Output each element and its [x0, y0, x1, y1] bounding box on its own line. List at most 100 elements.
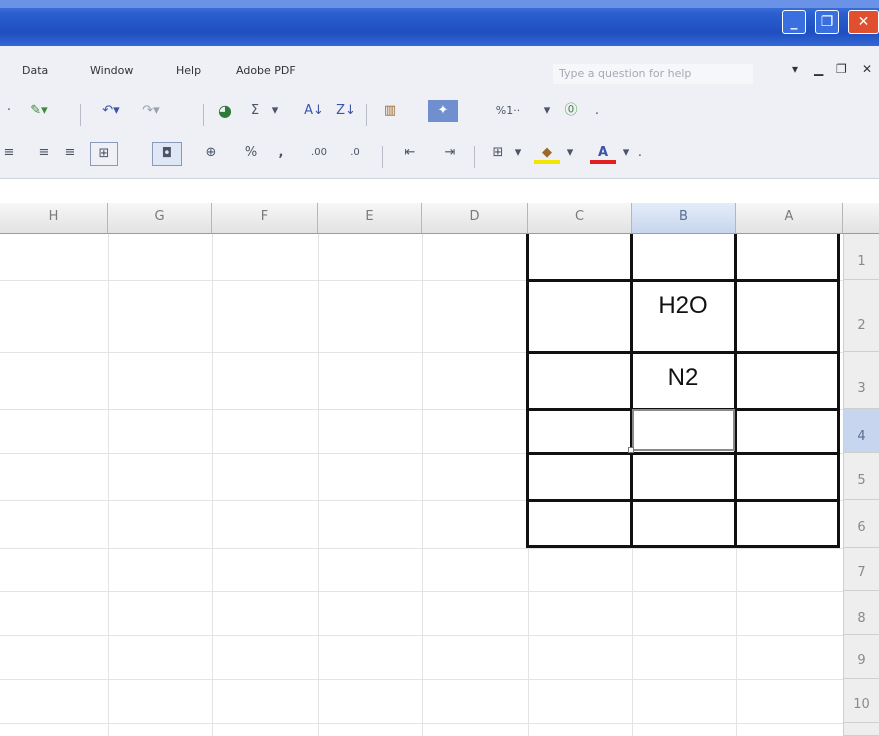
- gridline: [0, 723, 843, 724]
- decrease-decimal-icon[interactable]: .0: [340, 142, 370, 164]
- toolbar-separator: [474, 146, 475, 168]
- column-header-b[interactable]: B: [632, 203, 736, 234]
- toolbar-edge-icon[interactable]: ·: [0, 100, 18, 122]
- gridline: [212, 234, 213, 736]
- doc-close-icon[interactable]: ✕: [862, 62, 872, 76]
- font-color-icon[interactable]: A: [590, 142, 616, 164]
- column-header-d[interactable]: D: [422, 203, 528, 234]
- toolbar-separator: [80, 104, 81, 126]
- help-dropdown-icon[interactable]: ▾: [792, 62, 798, 76]
- table-border: [734, 234, 737, 548]
- comma-style-icon[interactable]: ,: [270, 142, 292, 164]
- row-header-8[interactable]: 8: [843, 591, 879, 635]
- sort-descending-icon[interactable]: Z↓: [334, 100, 358, 122]
- menu-data[interactable]: Data: [22, 64, 48, 77]
- row-header-3[interactable]: 3: [843, 352, 879, 409]
- sort-ascending-arrow: ↓: [313, 103, 324, 118]
- toolbar-separator: [366, 104, 367, 126]
- column-header-h[interactable]: H: [0, 203, 108, 234]
- gridline: [0, 679, 843, 680]
- format-painter-icon[interactable]: ✎▾: [18, 100, 60, 122]
- row-header-6[interactable]: 6: [843, 500, 879, 548]
- column-header-c[interactable]: C: [528, 203, 632, 234]
- currency-style-icon[interactable]: ◘: [152, 142, 182, 166]
- hyperlink-globe-icon[interactable]: ◕: [212, 100, 238, 122]
- minimize-button[interactable]: _: [782, 10, 806, 34]
- select-all-corner[interactable]: [843, 203, 879, 234]
- table-border: [527, 452, 840, 455]
- menu-adobe-pdf[interactable]: Adobe PDF: [236, 64, 296, 77]
- table-border: [527, 279, 840, 282]
- chart-wizard-icon[interactable]: ▥: [378, 100, 402, 122]
- column-header-e[interactable]: E: [318, 203, 422, 234]
- menu-help[interactable]: Help: [176, 64, 201, 77]
- column-header-g[interactable]: G: [108, 203, 212, 234]
- gridline: [108, 234, 109, 736]
- align-left-icon[interactable]: ≡: [60, 142, 80, 164]
- window-title-bar: _ ❐ ✕: [0, 0, 879, 46]
- doc-minimize-icon[interactable]: ▁: [814, 62, 823, 76]
- row-header-10[interactable]: 10: [843, 679, 879, 723]
- sort-ascending-icon[interactable]: A↓: [302, 100, 326, 122]
- toolbar-options-icon[interactable]: .: [590, 100, 604, 122]
- column-header-a[interactable]: A: [736, 203, 843, 234]
- cell-b2[interactable]: H2O: [632, 292, 734, 320]
- sort-descending-arrow: ↓: [345, 103, 356, 118]
- doc-restore-icon[interactable]: ❐: [836, 62, 847, 76]
- toolbar-options-icon[interactable]: .: [634, 142, 646, 164]
- borders-dropdown-icon[interactable]: ▾: [512, 142, 524, 164]
- merge-center-icon[interactable]: ⊞: [90, 142, 118, 166]
- redo-icon[interactable]: ↷▾: [132, 100, 170, 122]
- gridline: [0, 635, 843, 636]
- help-icon[interactable]: ⓪: [558, 100, 584, 122]
- table-border: [526, 234, 529, 548]
- drawing-icon[interactable]: ✦: [428, 100, 458, 122]
- percent-style-icon[interactable]: %: [240, 142, 262, 164]
- table-border: [527, 499, 840, 502]
- gridline: [318, 234, 319, 736]
- maximize-button[interactable]: ❐: [815, 10, 839, 34]
- gridline: [0, 591, 843, 592]
- help-search-placeholder: Type a question for help: [559, 67, 692, 80]
- borders-icon[interactable]: ⊞: [486, 142, 510, 164]
- fill-color-icon[interactable]: ◆: [534, 142, 560, 164]
- decrease-indent-icon[interactable]: ⇤: [396, 142, 424, 164]
- zoom-dropdown[interactable]: %1··: [478, 100, 538, 122]
- undo-icon[interactable]: ↶▾: [92, 100, 130, 122]
- align-center-icon[interactable]: ≡: [34, 142, 54, 164]
- row-header-5[interactable]: 5: [843, 453, 879, 500]
- row-header-9[interactable]: 9: [843, 635, 879, 679]
- toolbar-separator: [382, 146, 383, 168]
- table-border: [527, 545, 840, 548]
- font-color-dropdown-icon[interactable]: ▾: [620, 142, 632, 164]
- row-header-2[interactable]: 2: [843, 280, 879, 352]
- gridline: [422, 234, 423, 736]
- menu-window[interactable]: Window: [90, 64, 133, 77]
- standard-toolbar: · ✎▾ ↶▾ ↷▾ ◕ Σ ▾ A↓ Z↓ ▥ ✦ %1·· ▾ ⓪ .: [0, 100, 879, 130]
- autosum-dropdown-icon[interactable]: ▾: [268, 100, 282, 122]
- zoom-dropdown-arrow-icon[interactable]: ▾: [540, 100, 554, 122]
- autosum-icon[interactable]: Σ: [244, 100, 266, 122]
- row-header-11[interactable]: [843, 723, 879, 736]
- euro-icon[interactable]: ⊕: [200, 142, 222, 164]
- toolbar-separator: [203, 104, 204, 126]
- formatting-toolbar: ≡ ≡ ≡ ⊞ ◘ ⊕ % , .00 .0 ⇤ ⇥ ⊞ ▾ ◆ ▾ A ▾ .: [0, 142, 879, 172]
- gridline: [0, 548, 843, 549]
- align-right-icon[interactable]: ≡: [0, 142, 18, 164]
- increase-indent-icon[interactable]: ⇥: [436, 142, 464, 164]
- row-header-7[interactable]: 7: [843, 548, 879, 591]
- fill-handle[interactable]: [628, 447, 634, 453]
- table-border: [837, 234, 840, 548]
- formula-bar[interactable]: [0, 178, 879, 204]
- active-cell-b4[interactable]: [632, 409, 735, 451]
- table-border: [527, 351, 840, 354]
- fill-color-dropdown-icon[interactable]: ▾: [564, 142, 576, 164]
- close-button[interactable]: ✕: [848, 10, 879, 34]
- cell-b3[interactable]: N2: [632, 364, 734, 392]
- title-bar-edge: [0, 0, 879, 8]
- row-header-1[interactable]: 1: [843, 234, 879, 280]
- row-header-4[interactable]: 4: [843, 409, 879, 453]
- column-header-f[interactable]: F: [212, 203, 318, 234]
- increase-decimal-icon[interactable]: .00: [304, 142, 334, 164]
- help-search-input[interactable]: Type a question for help: [552, 63, 754, 85]
